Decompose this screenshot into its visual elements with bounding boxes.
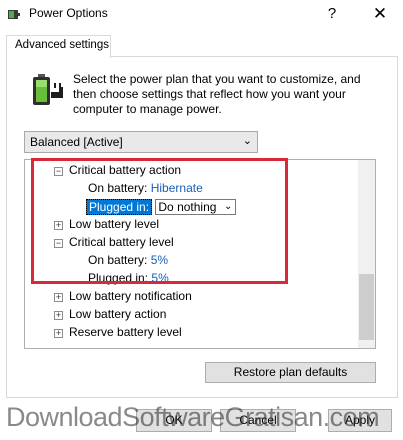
restore-plan-defaults-button[interactable]: Restore plan defaults <box>205 362 376 383</box>
setting-row-on-battery-level[interactable]: On battery: 5% <box>88 251 168 269</box>
expand-toggle-low-battery-level[interactable]: + <box>54 221 63 230</box>
setting-row-plugged-in-level[interactable]: Plugged in: 5% <box>88 269 169 287</box>
tree-item-critical-battery-action[interactable]: Critical battery action <box>69 161 181 179</box>
power-options-icon <box>8 10 20 19</box>
plan-description: Select the power plan that you want to c… <box>73 72 361 116</box>
setting-row-plugged-in-action[interactable]: Plugged in: Do nothing ⌄ <box>86 198 237 216</box>
tree-item-low-battery-level[interactable]: Low battery level <box>69 215 159 233</box>
expand-toggle-reserve-battery-level[interactable]: + <box>54 329 63 338</box>
collapse-toggle-critical-level[interactable]: − <box>54 239 63 248</box>
watermark-text: DownloadSoftwareGratisan.com <box>6 402 380 432</box>
battery-plan-icon <box>33 74 63 105</box>
on-battery-action-value[interactable]: Hibernate <box>151 181 203 195</box>
plugged-in-action-value: Do nothing <box>158 200 217 214</box>
tab-label: Advanced settings <box>15 39 109 51</box>
on-battery-level-value[interactable]: 5% <box>151 253 168 267</box>
plugged-in-level-value[interactable]: 5% <box>151 271 168 285</box>
tab-advanced-settings[interactable]: Advanced settings <box>6 35 111 58</box>
tree-item-reserve-battery-level[interactable]: Reserve battery level <box>69 323 182 341</box>
tree-item-critical-battery-level[interactable]: Critical battery level <box>69 233 174 251</box>
help-button[interactable]: ? <box>314 0 350 28</box>
expand-toggle-low-battery-notification[interactable]: + <box>54 293 63 302</box>
expand-toggle-low-battery-action[interactable]: + <box>54 311 63 320</box>
tree-item-low-battery-action[interactable]: Low battery action <box>69 305 166 323</box>
close-button[interactable]: ✕ <box>362 0 398 28</box>
window-title: Power Options <box>29 6 108 20</box>
plugged-in-action-select[interactable]: Do nothing ⌄ <box>155 199 237 215</box>
power-plan-value: Balanced [Active] <box>30 135 123 149</box>
plugged-in-label: Plugged in: <box>88 271 149 285</box>
on-battery-label: On battery: <box>88 253 148 267</box>
chevron-down-icon: ⌄ <box>224 201 233 212</box>
on-battery-label: On battery: <box>88 181 148 195</box>
power-plan-select[interactable]: Balanced [Active] ⌄ <box>24 131 258 153</box>
plugged-in-label: Plugged in: <box>86 199 153 215</box>
title-bar: Power Options ? ✕ <box>0 0 403 28</box>
chevron-down-icon: ⌄ <box>242 135 252 147</box>
tree-item-low-battery-notification[interactable]: Low battery notification <box>69 287 192 305</box>
vertical-scrollbar[interactable] <box>358 160 375 348</box>
collapse-toggle-critical-action[interactable]: − <box>54 167 63 176</box>
settings-tree[interactable]: − Critical battery action On battery: Hi… <box>24 159 376 349</box>
setting-row-on-battery-action[interactable]: On battery: Hibernate <box>88 179 203 197</box>
scrollbar-thumb[interactable] <box>359 274 374 340</box>
